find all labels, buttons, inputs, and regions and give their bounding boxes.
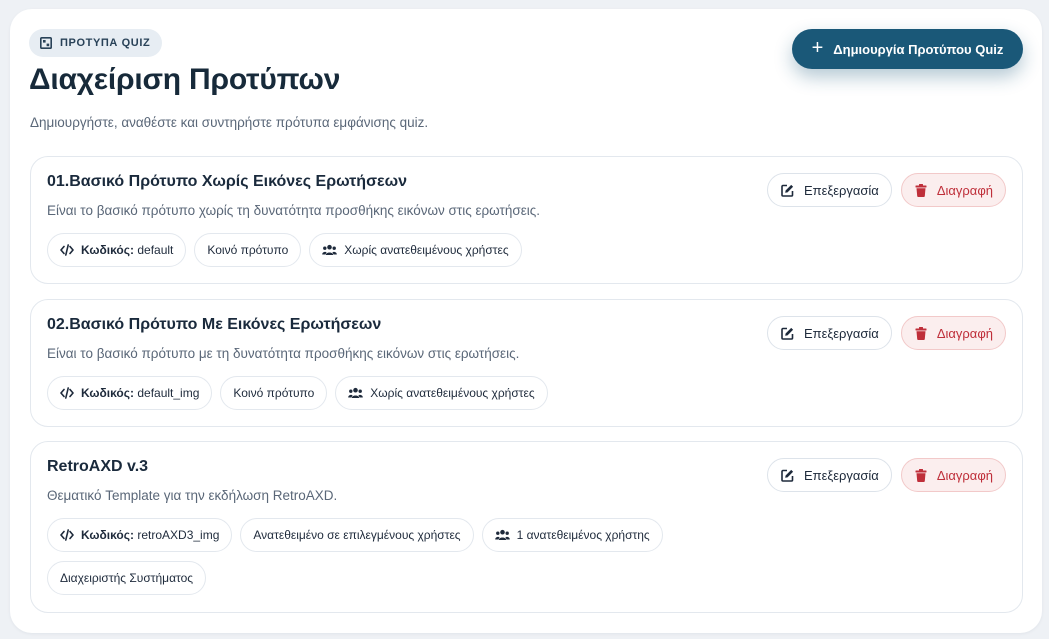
trash-icon [915,326,927,340]
trash-icon [915,183,927,197]
section-badge: ΠΡΟΤΥΠΑ QUIZ [29,29,163,57]
visibility-chip: Κοινό πρότυπο [194,233,302,267]
code-label: Κωδικός: [81,243,134,257]
card-actions: Επεξεργασία Διαγραφή [766,316,1006,350]
plus-icon: + [811,37,824,59]
delete-label: Διαγραφή [936,325,993,341]
visibility-chip: Κοινό πρότυπο [220,376,328,410]
card-actions: Επεξεργασία Διαγραφή [766,173,1006,207]
assignees-label: 1 ανατεθειμένος χρήστης [516,528,650,542]
assignees-chip: Χωρίς ανατεθειμένους χρήστες [335,376,548,410]
assigned-user-chip: Διαχειριστής Συστήματος [47,561,207,595]
assigned-user-name: Διαχειριστής Συστήματος [60,571,194,585]
delete-label: Διαγραφή [936,182,993,198]
edit-button[interactable]: Επεξεργασία [766,316,892,350]
delete-button[interactable]: Διαγραφή [900,173,1006,207]
code-value: default [137,243,174,257]
template-meta: Κωδικός: retroAXD3_img Ανατεθειμένο σε ε… [47,518,747,595]
code-icon [60,529,74,541]
code-value: retroAXD3_img [137,528,220,542]
code-icon [60,387,74,399]
edit-icon [781,469,794,482]
visibility-label: Ανατεθειμένο σε επιλεγμένους χρήστες [253,528,461,542]
delete-label: Διαγραφή [936,467,993,483]
edit-label: Επεξεργασία [803,182,879,198]
section-badge-label: ΠΡΟΤΥΠΑ QUIZ [60,37,151,49]
code-label: Κωδικός: [81,528,134,542]
page-title: Διαχείριση Προτύπων [29,63,341,96]
code-label: Κωδικός: [81,386,134,400]
assignees-label: Χωρίς ανατεθειμένους χρήστες [344,243,509,257]
assignees-chip: 1 ανατεθειμένος χρήστης [481,518,663,552]
edit-label: Επεξεργασία [803,325,879,341]
template-card: RetroAXD v.3 Θεματικό Template για την ε… [30,441,1023,613]
template-icon [40,37,52,49]
code-icon [60,244,74,256]
assignees-chip: Χωρίς ανατεθειμένους χρήστες [309,233,522,267]
template-meta: Κωδικός: default Κοινό πρότυπο Χωρίς ανα… [47,233,522,267]
template-meta: Κωδικός: default_img Κοινό πρότυπο Χωρίς… [47,376,548,410]
template-description: Είναι το βασικό πρότυπο με τη δυνατότητα… [47,346,520,361]
template-card: 01.Βασικό Πρότυπο Χωρίς Εικόνες Ερωτήσεω… [30,156,1023,284]
visibility-label: Κοινό πρότυπο [233,386,315,400]
template-description: Είναι το βασικό πρότυπο χωρίς τη δυνατότ… [47,203,540,218]
template-card: 02.Βασικό Πρότυπο Με Εικόνες Ερωτήσεων Ε… [30,299,1023,427]
template-name: 02.Βασικό Πρότυπο Με Εικόνες Ερωτήσεων [47,316,382,333]
visibility-label: Κοινό πρότυπο [207,243,289,257]
trash-icon [915,468,927,482]
create-template-button[interactable]: + Δημιουργία Προτύπου Quiz [792,29,1023,69]
assignees-label: Χωρίς ανατεθειμένους χρήστες [370,386,535,400]
edit-button[interactable]: Επεξεργασία [766,173,892,207]
card-actions: Επεξεργασία Διαγραφή [766,458,1006,492]
code-value: default_img [137,386,200,400]
users-icon [322,244,338,256]
users-icon [348,387,364,399]
visibility-chip: Ανατεθειμένο σε επιλεγμένους χρήστες [240,518,474,552]
code-chip: Κωδικός: retroAXD3_img [47,518,233,552]
code-chip: Κωδικός: default [47,233,187,267]
edit-label: Επεξεργασία [803,467,879,483]
template-description: Θεματικό Template για την εκδήλωση Retro… [47,488,338,503]
template-name: RetroAXD v.3 [47,458,149,475]
users-icon [494,529,510,541]
template-name: 01.Βασικό Πρότυπο Χωρίς Εικόνες Ερωτήσεω… [47,173,408,190]
code-chip: Κωδικός: default_img [47,376,213,410]
edit-icon [781,184,794,197]
page-subtitle: Δημιουργήστε, αναθέστε και συντηρήστε πρ… [30,115,429,130]
delete-button[interactable]: Διαγραφή [900,458,1006,492]
edit-button[interactable]: Επεξεργασία [766,458,892,492]
edit-icon [781,327,794,340]
delete-button[interactable]: Διαγραφή [900,316,1006,350]
templates-panel: ΠΡΟΤΥΠΑ QUIZ Διαχείριση Προτύπων Δημιουρ… [10,9,1042,633]
create-template-label: Δημιουργία Προτύπου Quiz [833,41,1004,57]
